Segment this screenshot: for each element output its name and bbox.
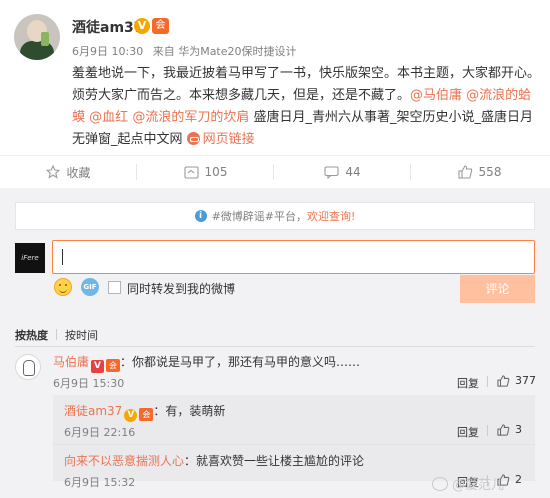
divider <box>487 425 488 436</box>
verified-badge-icon: V <box>91 360 105 373</box>
emoji-icon[interactable] <box>54 278 72 296</box>
repost-checkbox-label[interactable]: 同时转发到我的微博 <box>127 280 235 297</box>
comment-text: ：你都说是马甲了，那还有马甲的意义吗…… <box>120 355 361 369</box>
reply-like-count: 3 <box>515 423 522 436</box>
comment-count: 44 <box>345 165 361 179</box>
thumbs-up-icon <box>497 423 510 436</box>
sort-by-time-tab[interactable]: 按时间 <box>65 329 98 342</box>
divider <box>53 444 535 445</box>
author-avatar[interactable] <box>14 14 60 60</box>
repost-icon <box>183 165 199 179</box>
like-count: 558 <box>478 165 502 179</box>
member-badge-icon: 会 <box>106 359 121 372</box>
text-caret <box>62 249 63 265</box>
comment-input[interactable] <box>52 240 535 274</box>
link-icon <box>186 132 200 145</box>
reply-text-line: 向来不以恶意揣测人心：就喜欢赞一些让楼主尴尬的评论 <box>64 452 364 469</box>
divider <box>15 346 535 347</box>
info-icon: i <box>194 210 207 222</box>
submit-comment-button[interactable]: 评论 <box>460 275 535 303</box>
thumbs-up-icon <box>497 374 510 387</box>
star-icon <box>46 165 61 179</box>
post-content: 羞羞地说一下，我最近披着马甲写了一书，快乐版架空。本书主题，大家都开心。烦劳大家… <box>72 63 542 151</box>
notice-text: #微博辟谣#平台， <box>211 210 307 223</box>
author-name[interactable]: 酒徒am37 <box>72 17 144 37</box>
reply-like-button[interactable]: 3 <box>497 423 522 436</box>
verified-badge-icon: V <box>124 409 138 422</box>
verified-badge-icon[interactable]: V <box>134 18 150 34</box>
comment-panel: i #微博辟谣#平台， 欢迎查询! iFere GIF 同时转发到我的微博 评论 … <box>0 188 550 498</box>
comment-like-button[interactable]: 377 <box>497 374 536 387</box>
reply-text: ：有，装萌新 <box>153 404 226 418</box>
comment-sort-bar: 按热度 按时间 <box>15 327 98 343</box>
watermark-text: @爱范儿 <box>452 478 505 493</box>
my-avatar[interactable]: iFere <box>15 243 45 273</box>
mention-link[interactable]: @流浪的军刀的坎肩 <box>132 110 249 125</box>
comment-like-count: 377 <box>515 374 536 387</box>
comment-button[interactable]: 44 <box>274 156 411 188</box>
post-source: 来自 华为Mate20保时捷设计 <box>152 45 297 58</box>
weibo-post: 酒徒am37 V 会 6月9日 10:30 来自 华为Mate20保时捷设计 羞… <box>0 0 550 150</box>
reply-username[interactable]: 酒徒am37 <box>64 404 122 418</box>
comment-username[interactable]: 马伯庸 <box>53 355 89 369</box>
reply-button[interactable]: 回复 <box>457 375 479 391</box>
comment-text-line: 马伯庸 V 会：你都说是马甲了，那还有马甲的意义吗…… <box>53 353 360 373</box>
reply-username[interactable]: 向来不以恶意揣测人心 <box>64 454 184 468</box>
reply-button[interactable]: 回复 <box>457 424 479 440</box>
sort-by-hot-tab[interactable]: 按热度 <box>15 329 48 342</box>
reply-like-count: 2 <box>515 473 522 486</box>
divider <box>56 329 57 340</box>
web-link-label: 网页链接 <box>202 132 255 147</box>
favorite-label: 收藏 <box>66 165 91 180</box>
commenter-avatar[interactable] <box>15 354 41 380</box>
repost-count: 105 <box>204 165 228 179</box>
avatar-bottle <box>41 32 49 46</box>
reply-time: 6月9日 15:32 <box>64 476 136 489</box>
comment-icon <box>324 165 339 179</box>
like-button[interactable]: 558 <box>411 156 548 188</box>
thumbs-up-icon <box>457 165 472 179</box>
comment-time: 6月9日 15:30 <box>53 377 125 390</box>
watermark: @爱范儿 <box>432 474 504 493</box>
reply-text: ：就喜欢赞一些让楼主尴尬的评论 <box>184 454 365 468</box>
favorite-button[interactable]: 收藏 <box>0 156 137 188</box>
reply-time: 6月9日 22:16 <box>64 426 136 439</box>
gif-icon[interactable]: GIF <box>81 278 99 296</box>
mention-link[interactable]: @血红 <box>89 110 128 125</box>
member-badge-icon[interactable]: 会 <box>152 18 169 34</box>
weibo-logo-icon <box>432 476 448 491</box>
repost-checkbox[interactable] <box>108 281 121 294</box>
reply-text-line: 酒徒am37 V 会：有，装萌新 <box>64 402 225 422</box>
divider <box>487 376 488 387</box>
rumor-notice-banner: i #微博辟谣#平台， 欢迎查询! <box>15 202 535 230</box>
notice-link[interactable]: 欢迎查询! <box>307 208 355 224</box>
mention-link[interactable]: @马伯庸 <box>410 88 462 103</box>
post-date[interactable]: 6月9日 10:30 <box>72 45 143 58</box>
repost-button[interactable]: 105 <box>137 156 274 188</box>
web-link[interactable]: 网页链接 <box>186 132 255 147</box>
member-badge-icon: 会 <box>139 408 154 421</box>
post-action-bar: 收藏 105 44 558 <box>0 155 550 187</box>
post-meta: 6月9日 10:30 来自 华为Mate20保时捷设计 <box>72 43 303 59</box>
